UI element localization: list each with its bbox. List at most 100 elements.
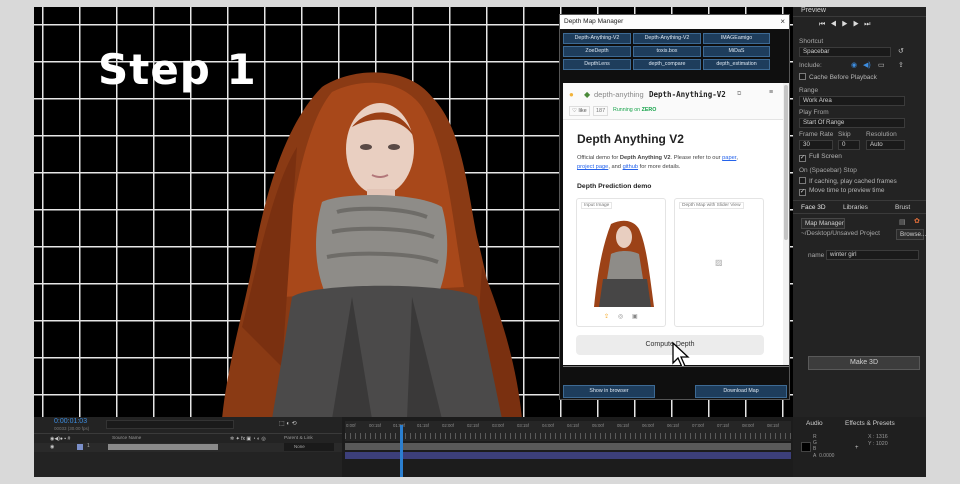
- ruler-ticks: [345, 433, 791, 439]
- menu-icon[interactable]: ≡: [769, 89, 773, 96]
- like-label: like: [578, 108, 587, 114]
- layer-color-label[interactable]: [77, 444, 83, 450]
- last-frame-icon[interactable]: ⏭: [864, 21, 875, 28]
- like-button[interactable]: ♡ like: [569, 106, 590, 116]
- visibility-icons[interactable]: ◉◀)● ▪ #: [50, 436, 70, 443]
- reset-icon[interactable]: ↺: [898, 48, 904, 55]
- ruler-label: 03:00f: [492, 423, 504, 428]
- upload-icon[interactable]: ⇪: [604, 314, 609, 321]
- tab-effects-presets[interactable]: Effects & Presets: [845, 420, 895, 427]
- name-label: name: [808, 252, 825, 259]
- make-3d-button[interactable]: Make 3D: [808, 356, 920, 370]
- tab-face-3d[interactable]: Face 3D: [801, 204, 826, 211]
- model-button-toxis-box[interactable]: toxis.box: [633, 46, 701, 57]
- next-frame-icon[interactable]: ▶: [853, 21, 864, 28]
- close-icon[interactable]: ×: [780, 15, 785, 29]
- full-screen-checkbox[interactable]: ✓ Full Screen: [799, 153, 842, 162]
- compute-depth-button[interactable]: Compute Depth: [576, 335, 764, 355]
- depth-map-output-label: Depth Map with Slider View: [679, 202, 744, 209]
- gear-icon[interactable]: ✿: [914, 218, 920, 225]
- ruler-label: 08:00f: [742, 423, 754, 428]
- playback-controls[interactable]: ⏮◀▶▶⏭: [819, 21, 875, 29]
- shortcut-select[interactable]: Spacebar: [799, 47, 891, 57]
- layer-list: 0:00:01:03 00033 (30.00 fps) ⬚ ◐ ⟲ ◉◀)● …: [34, 417, 342, 477]
- divider: [34, 433, 342, 434]
- section-title: Depth Prediction demo: [577, 183, 652, 190]
- timeline-search-input[interactable]: [106, 420, 234, 429]
- play-from-select[interactable]: Start Of Range: [799, 118, 905, 128]
- if-caching-checkbox[interactable]: If caching, play cached frames: [799, 177, 897, 185]
- tab-audio[interactable]: Audio: [806, 420, 823, 427]
- a-value: 0.0000: [819, 452, 835, 459]
- name-input[interactable]: winter girl: [826, 250, 919, 260]
- page-title: Depth Anything V2: [577, 132, 684, 146]
- audio-include-icon[interactable]: ◀): [863, 62, 871, 69]
- switches-icons[interactable]: ✲ ✦ fx ▣ ◔ ◐ ◎: [230, 436, 266, 443]
- input-image-panel[interactable]: Input Image ⇪ ◎ ▣: [576, 198, 666, 327]
- model-button-depth-estimation[interactable]: depth_estimation: [703, 59, 770, 70]
- model-button-imageamigo[interactable]: IMAGEamigo: [703, 33, 770, 44]
- divider: [563, 366, 789, 367]
- space-name[interactable]: Depth-Anything-V2: [649, 90, 726, 99]
- eye-icon[interactable]: ◉: [50, 444, 54, 451]
- desc-text: . Please refer to our: [670, 155, 721, 161]
- first-frame-icon[interactable]: ⏮: [819, 21, 830, 28]
- scrollbar-thumb[interactable]: [784, 85, 788, 240]
- webcam-icon[interactable]: ◎: [618, 314, 623, 321]
- browse-button[interactable]: Browse...: [896, 229, 926, 240]
- model-button-depth-anything-v2-b[interactable]: Depth-Anything-V2: [633, 33, 701, 44]
- parent-select[interactable]: None: [284, 443, 334, 451]
- space-owner[interactable]: depth-anything: [594, 90, 644, 99]
- video-include-icon[interactable]: ◉: [851, 62, 857, 69]
- overlay-include-icon[interactable]: ▭: [878, 62, 885, 69]
- depth-map-output-panel[interactable]: Depth Map with Slider View ▨: [674, 198, 764, 327]
- map-manager-button[interactable]: Map Manager: [801, 218, 845, 229]
- timeline-tools-icons[interactable]: ⬚ ◐ ⟲: [279, 421, 297, 428]
- cache-before-playback-checkbox[interactable]: Cache Before Playback: [799, 73, 877, 81]
- x-label: X: [868, 434, 872, 440]
- playhead[interactable]: [400, 425, 403, 477]
- include-label: Include:: [799, 62, 822, 69]
- web-scrollbar[interactable]: [783, 83, 789, 365]
- show-in-browser-button[interactable]: Show in browser: [563, 385, 655, 398]
- layer-duration-bar[interactable]: [345, 452, 791, 459]
- current-timecode[interactable]: 0:00:01:03: [54, 418, 87, 425]
- folder-icon[interactable]: ▤: [899, 219, 906, 226]
- range-select[interactable]: Work Area: [799, 96, 905, 106]
- crosshair-icon: +: [855, 445, 859, 451]
- ruler-label: 08:15f: [767, 423, 779, 428]
- ruler-label: 02:15f: [467, 423, 479, 428]
- download-map-button[interactable]: Download Map: [695, 385, 787, 398]
- resolution-select[interactable]: Auto: [866, 140, 905, 150]
- embedded-web-view[interactable]: ● ◆ depth-anything Depth-Anything-V2 ⧉ ≡…: [563, 83, 789, 365]
- ruler-label: 02:00f: [442, 423, 454, 428]
- work-area-bar[interactable]: [345, 443, 791, 450]
- project-path: ~/Desktop/Unsaved Project: [801, 230, 880, 237]
- skip-select[interactable]: 0: [838, 140, 860, 150]
- play-icon[interactable]: ▶: [842, 21, 853, 28]
- copy-icon[interactable]: ⧉: [737, 91, 741, 98]
- model-button-zoedepth[interactable]: ZoeDepth: [563, 46, 631, 57]
- layer-row[interactable]: ◉ 1 None: [34, 443, 342, 452]
- model-button-depthlens[interactable]: DepthLens: [563, 59, 631, 70]
- layer-name-field[interactable]: [108, 444, 218, 450]
- github-link[interactable]: github: [623, 164, 639, 170]
- dialog-title: Depth Map Manager: [564, 18, 624, 25]
- export-icon[interactable]: ⇪: [898, 62, 904, 69]
- ruler-label: 06:15f: [667, 423, 679, 428]
- ruler-label: 03:15f: [517, 423, 529, 428]
- model-button-depth-anything-v2[interactable]: Depth-Anything-V2: [563, 33, 631, 44]
- model-button-depth-compare[interactable]: depth_compare: [633, 59, 701, 70]
- tab-brust[interactable]: Brust: [895, 204, 910, 211]
- frame-rate-select[interactable]: 30: [799, 140, 833, 150]
- paper-link[interactable]: paper: [722, 155, 736, 161]
- tab-libraries[interactable]: Libraries: [843, 204, 868, 211]
- model-button-midas[interactable]: MiDaS: [703, 46, 770, 57]
- info-panel: Audio Effects & Presets R G B A 0.0000 +…: [793, 417, 926, 477]
- move-time-checkbox[interactable]: ✓ Move time to preview time: [799, 187, 885, 196]
- space-icon: ◆: [584, 90, 591, 99]
- prev-frame-icon[interactable]: ◀: [830, 21, 841, 28]
- clipboard-icon[interactable]: ▣: [632, 314, 638, 321]
- time-ruler[interactable]: 0:00f 00:15f 01:00f 01:15f 02:00f 02:15f…: [345, 421, 791, 441]
- project-page-link[interactable]: project page: [577, 164, 608, 170]
